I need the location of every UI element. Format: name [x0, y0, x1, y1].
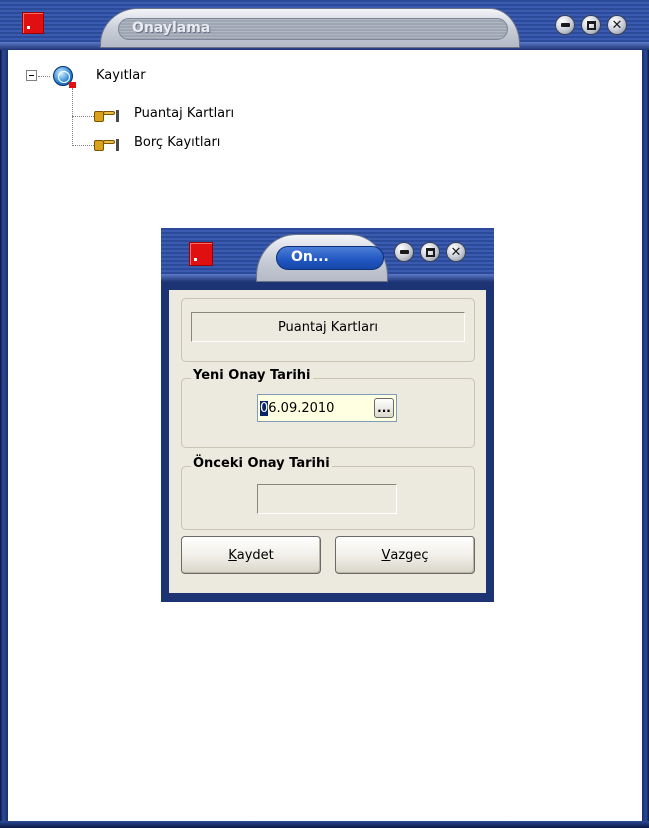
approval-dialog: On... ✕ Puantaj Kartları Yeni Onay Tarih…	[161, 228, 494, 602]
window-frame-left	[0, 50, 8, 828]
tree-item-borc-kayitlari[interactable]: Borç Kayıtları	[134, 135, 220, 150]
window-frame-right	[642, 50, 649, 828]
dialog-app-icon[interactable]	[189, 242, 213, 266]
close-icon: ✕	[611, 17, 623, 33]
maximize-button[interactable]	[581, 15, 601, 35]
main-window-title: Onaylama	[132, 20, 211, 36]
close-icon: ✕	[450, 244, 462, 260]
globe-icon	[53, 66, 76, 88]
maximize-icon	[425, 247, 435, 257]
dialog-title: On...	[291, 249, 329, 265]
maximize-icon	[586, 20, 596, 30]
new-date-input[interactable]: 0 6.09.2010 ...	[257, 394, 397, 422]
date-picker-button[interactable]: ...	[374, 398, 394, 418]
pointing-hand-icon	[94, 138, 120, 152]
minimize-icon	[560, 23, 570, 27]
minimize-icon	[399, 250, 409, 254]
new-date-label: Yeni Onay Tarihi	[191, 368, 313, 383]
date-value-rest: 6.09.2010	[268, 400, 335, 416]
save-button[interactable]: Kaydet	[181, 536, 321, 574]
cancel-button-accelerator: V	[381, 547, 391, 563]
previous-date-field	[257, 484, 397, 514]
dialog-frame: Puantaj Kartları Yeni Onay Tarihi 0 6.09.…	[161, 282, 494, 602]
cancel-button-label: azgeç	[390, 547, 429, 563]
tree-connector	[72, 145, 94, 146]
previous-date-label: Önceki Onay Tarihi	[191, 456, 332, 471]
save-button-accelerator: K	[228, 547, 237, 563]
date-selected-char: 0	[260, 400, 269, 416]
tree-item-kayitlar[interactable]: Kayıtlar	[96, 68, 146, 83]
tree-collapse-toggle-icon[interactable]	[26, 70, 37, 81]
app-red-square-icon[interactable]	[22, 12, 44, 34]
selected-record-field: Puantaj Kartları	[191, 312, 465, 342]
tree-item-puantaj-kartlari[interactable]: Puantaj Kartları	[134, 106, 234, 121]
tree-connector	[38, 76, 50, 77]
window-frame-bottom	[0, 821, 649, 828]
dialog-close-button[interactable]: ✕	[446, 242, 466, 262]
close-button[interactable]: ✕	[607, 15, 627, 35]
dialog-maximize-button[interactable]	[420, 242, 440, 262]
save-button-label: aydet	[236, 547, 274, 563]
cancel-button[interactable]: Vazgeç	[335, 536, 475, 574]
dialog-minimize-button[interactable]	[394, 242, 414, 262]
pointing-hand-icon	[94, 109, 120, 123]
dialog-client-area: Puantaj Kartları Yeni Onay Tarihi 0 6.09.…	[169, 290, 486, 593]
minimize-button[interactable]	[555, 15, 575, 35]
tree-connector	[72, 116, 94, 117]
tree-connector-vertical	[72, 88, 73, 146]
